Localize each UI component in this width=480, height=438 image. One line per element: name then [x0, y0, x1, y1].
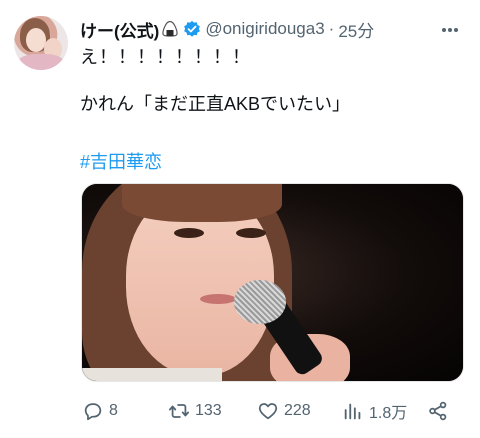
tweet-text-line-2: かれん「まだ正直AKBでいたい」	[80, 94, 351, 114]
like-count: 228	[284, 402, 311, 419]
avatar[interactable]	[14, 16, 68, 70]
share-icon	[429, 401, 447, 421]
photo-right-eye	[236, 228, 266, 238]
photo-shirt	[82, 368, 222, 381]
photo-lips	[200, 294, 236, 304]
tweet-text-line-1: え！！！！！！！！	[80, 47, 251, 67]
reply-button[interactable]: 8	[82, 398, 118, 424]
display-name[interactable]: けー(公式)	[80, 17, 159, 42]
hashtag-link[interactable]: #吉田華恋	[80, 151, 162, 173]
view-count: 1.8万	[369, 405, 408, 422]
onigiri-icon	[161, 20, 179, 38]
timestamp[interactable]: 25分	[338, 17, 374, 42]
heart-icon	[258, 403, 278, 420]
microphone-head	[234, 280, 286, 324]
user-handle[interactable]: @onigiridouga3	[205, 19, 324, 39]
like-button[interactable]: 228	[257, 398, 311, 424]
avatar-shirt	[18, 54, 64, 70]
retweet-icon	[168, 404, 190, 418]
share-button[interactable]	[427, 398, 454, 424]
retweet-count: 133	[195, 402, 222, 419]
reply-icon	[84, 403, 102, 421]
photo-bangs	[122, 184, 282, 222]
photo-left-eye	[174, 228, 204, 238]
avatar-face	[26, 28, 46, 52]
retweet-button[interactable]: 133	[168, 398, 222, 424]
views-button[interactable]: 1.8万	[342, 398, 407, 424]
tweet-photo[interactable]	[81, 183, 464, 382]
bar-chart-icon	[344, 403, 361, 420]
reply-count: 8	[109, 402, 118, 419]
separator-dot: ·	[328, 19, 335, 38]
action-bar: 8 133 228 1.8万	[82, 398, 452, 424]
more-options-icon[interactable]	[440, 20, 460, 40]
verified-badge-icon	[183, 20, 201, 38]
tweet-header: けー(公式) @onigiridouga3 · 25分	[80, 17, 374, 41]
